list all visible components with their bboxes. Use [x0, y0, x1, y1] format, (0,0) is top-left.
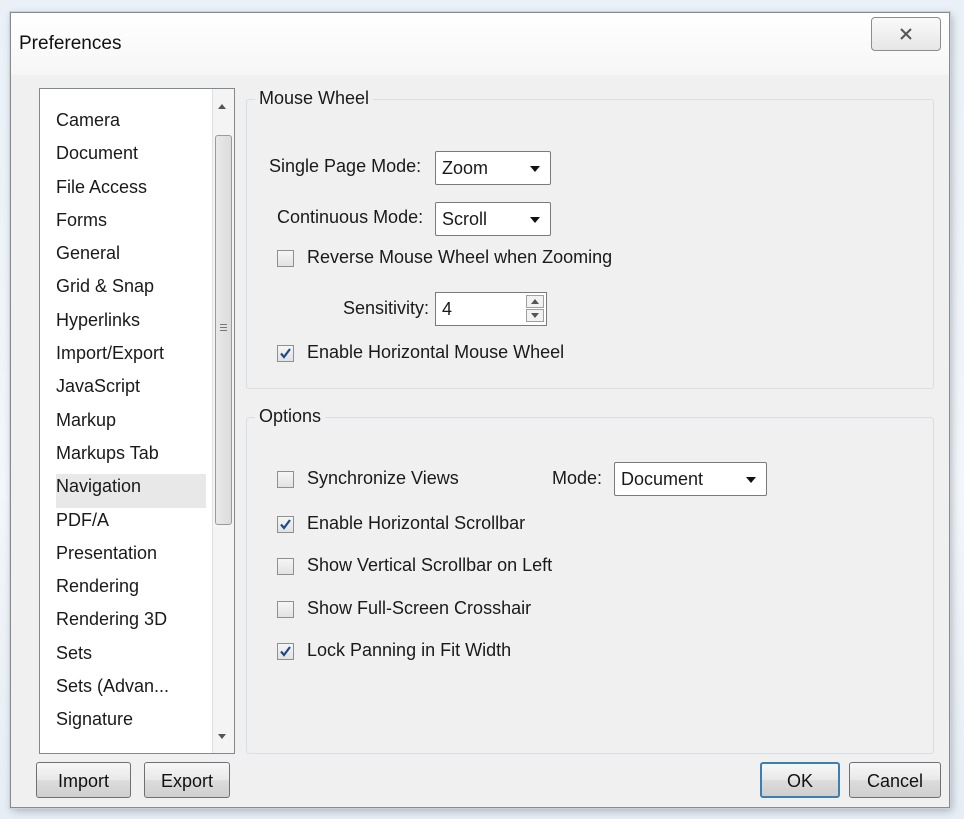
mouse-wheel-group: Mouse Wheel Single Page Mode: Zoom Conti… — [246, 88, 934, 389]
category-item[interactable]: Presentation — [56, 541, 206, 574]
lock-panning-checkbox[interactable] — [277, 643, 294, 660]
horizontal-wheel-checkbox[interactable] — [277, 345, 294, 362]
category-item[interactable]: Hyperlinks — [56, 308, 206, 341]
continuous-mode-value: Scroll — [442, 209, 488, 229]
category-item[interactable]: Forms — [56, 208, 206, 241]
options-title: Options — [255, 406, 326, 427]
category-item[interactable]: File Access — [56, 175, 206, 208]
close-button[interactable] — [871, 17, 941, 51]
cancel-button[interactable]: Cancel — [849, 762, 941, 798]
single-page-mode-value: Zoom — [442, 158, 489, 178]
lock-panning-label: Lock Panning in Fit Width — [307, 640, 512, 660]
dialog-title: Preferences — [19, 33, 122, 54]
category-item[interactable]: Rendering 3D — [56, 607, 206, 640]
category-list[interactable]: Camera Document File Access Forms General Gri… — [39, 88, 235, 754]
title-bar: Preferences — [11, 13, 949, 75]
checkmark-icon — [280, 646, 291, 657]
dropdown-arrow-icon — [530, 166, 540, 172]
sensitivity-label: Sensitivity: — [343, 298, 430, 318]
crosshair-checkbox[interactable] — [277, 601, 294, 618]
category-items: Camera Document File Access Forms General Gri… — [56, 108, 206, 741]
category-scrollbar[interactable] — [212, 89, 234, 753]
close-icon — [900, 28, 912, 40]
synchronize-views-label: Synchronize Views — [307, 468, 459, 488]
single-page-mode-label: Single Page Mode: — [269, 156, 422, 176]
category-item[interactable]: Document — [56, 141, 206, 174]
preferences-dialog: Preferences Camera Document File Access For… — [10, 12, 950, 808]
horizontal-scrollbar-label: Enable Horizontal Scrollbar — [307, 513, 526, 533]
category-item[interactable]: JavaScript — [56, 374, 206, 407]
spin-down-icon[interactable] — [526, 309, 544, 322]
category-item[interactable]: Navigation — [56, 474, 206, 508]
dropdown-arrow-icon — [530, 217, 540, 223]
horizontal-wheel-label: Enable Horizontal Mouse Wheel — [307, 342, 565, 362]
crosshair-label: Show Full-Screen Crosshair — [307, 598, 532, 618]
category-item[interactable]: PDF/A — [56, 508, 206, 541]
checkmark-icon — [280, 348, 291, 359]
export-button[interactable]: Export — [144, 762, 230, 798]
synchronize-views-checkbox[interactable] — [277, 471, 294, 488]
reverse-wheel-label: Reverse Mouse Wheel when Zooming — [307, 247, 613, 267]
grip-icon — [220, 324, 227, 333]
category-item[interactable]: Sets (Advan... — [56, 674, 206, 707]
single-page-mode-select[interactable]: Zoom — [435, 151, 551, 185]
category-item[interactable]: Signature — [56, 707, 206, 740]
reverse-wheel-checkbox[interactable] — [277, 250, 294, 267]
checkmark-icon — [280, 519, 291, 530]
category-item[interactable]: Import/Export — [56, 341, 206, 374]
scroll-thumb[interactable] — [215, 135, 232, 525]
scroll-down-arrow-icon[interactable] — [218, 734, 226, 739]
sensitivity-spinner[interactable]: 4 — [435, 292, 547, 326]
spin-up-icon[interactable] — [526, 295, 544, 308]
category-item[interactable]: Markups Tab — [56, 441, 206, 474]
ok-button[interactable]: OK — [760, 762, 840, 798]
category-item[interactable]: Rendering — [56, 574, 206, 607]
category-item[interactable]: Grid & Snap — [56, 274, 206, 307]
mouse-wheel-title: Mouse Wheel — [255, 88, 374, 109]
dropdown-arrow-icon — [746, 477, 756, 483]
category-item[interactable]: Markup — [56, 408, 206, 441]
vertical-scrollbar-left-label: Show Vertical Scrollbar on Left — [307, 555, 553, 575]
category-item[interactable]: General — [56, 241, 206, 274]
horizontal-scrollbar-checkbox[interactable] — [277, 516, 294, 533]
sensitivity-value: 4 — [442, 299, 453, 319]
category-item[interactable]: Camera — [56, 108, 206, 141]
options-group: Options Synchronize Views Mode: Document… — [246, 406, 934, 754]
scroll-up-arrow-icon[interactable] — [218, 104, 226, 109]
category-item[interactable]: Sets — [56, 641, 206, 674]
continuous-mode-select[interactable]: Scroll — [435, 202, 551, 236]
mode-value: Document — [621, 469, 704, 489]
continuous-mode-label: Continuous Mode: — [277, 207, 424, 227]
mode-select[interactable]: Document — [614, 462, 767, 496]
import-button[interactable]: Import — [36, 762, 131, 798]
vertical-scrollbar-left-checkbox[interactable] — [277, 558, 294, 575]
mode-label: Mode: — [552, 468, 603, 488]
